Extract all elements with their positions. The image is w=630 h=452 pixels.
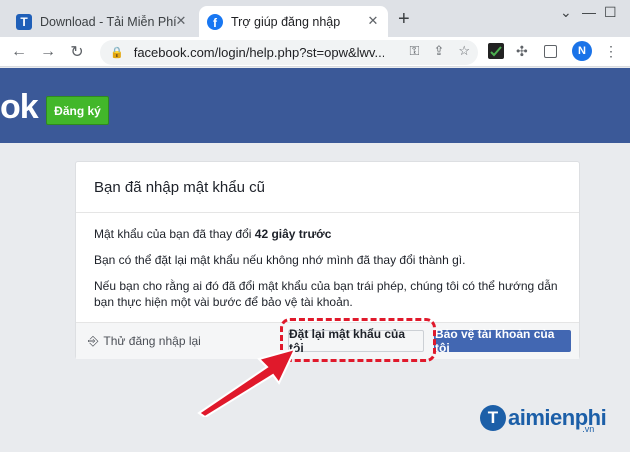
more-menu-icon[interactable]: ⋮ xyxy=(604,43,620,59)
key-icon[interactable]: ⚿ xyxy=(410,43,420,59)
star-icon[interactable]: ☆ xyxy=(458,43,470,59)
new-tab-icon[interactable]: + xyxy=(398,9,410,29)
signup-button[interactable]: Đăng ký xyxy=(46,96,109,125)
divider xyxy=(76,212,579,213)
line1-prefix: Mật khẩu của bạn đã thay đổi xyxy=(94,227,255,241)
facebook-header: ok Đăng ký xyxy=(0,68,630,143)
chevron-down-icon[interactable]: ⌄ xyxy=(560,4,572,21)
taimienphi-watermark: T aimienphi .vn xyxy=(480,405,607,434)
time-ago: 42 giây trước xyxy=(254,227,332,241)
lock-icon: 🔒 xyxy=(110,47,124,59)
reload-icon[interactable]: ↻ xyxy=(66,41,88,63)
url-text: facebook.com/login/help.php?st=opw&lwv..… xyxy=(133,45,384,60)
retry-login-link[interactable]: ⎆ Thử đăng nhập lại xyxy=(88,333,201,349)
profile-avatar[interactable]: N xyxy=(572,41,592,61)
secure-account-button[interactable]: Bảo vệ tài khoản của tôi xyxy=(434,327,571,355)
address-bar[interactable]: 🔒 facebook.com/login/help.php?st=opw&lwv… xyxy=(100,40,478,65)
reset-hint-text: Bạn có thể đặt lại mật khẩu nếu không nh… xyxy=(94,253,466,267)
puzzle-icon[interactable]: ✣ xyxy=(516,43,532,59)
tab-title: Trợ giúp đăng nhập xyxy=(231,14,341,29)
login-door-icon: ⎆ xyxy=(88,333,99,348)
forward-arrow-icon[interactable]: → xyxy=(37,41,59,63)
tab-login-help[interactable]: f Trợ giúp đăng nhập ✕ xyxy=(199,6,388,37)
retry-label: Thử đăng nhập lại xyxy=(103,334,201,348)
maximize-icon[interactable]: ☐ xyxy=(604,4,617,21)
tab-download[interactable]: T Download - Tải Miễn Phí VI ✕ xyxy=(8,6,196,37)
close-tab-icon[interactable]: ✕ xyxy=(174,14,188,28)
extension-icon[interactable] xyxy=(488,43,504,59)
share-icon[interactable]: ⇪ xyxy=(433,43,444,59)
pointer-arrow-icon xyxy=(197,347,297,417)
back-arrow-icon[interactable]: ← xyxy=(8,41,30,63)
watermark-logo-icon: T xyxy=(480,405,506,431)
minimize-icon[interactable]: — xyxy=(582,4,596,20)
security-hint-text: Nếu bạn cho rằng ai đó đã đổi mật khẩu c… xyxy=(94,279,558,309)
side-panel-icon[interactable] xyxy=(544,45,557,58)
card-title: Bạn đã nhập mật khẩu cũ xyxy=(94,179,265,196)
tab-title: Download - Tải Miễn Phí VI xyxy=(40,14,180,29)
close-tab-icon[interactable]: ✕ xyxy=(366,14,380,28)
facebook-logo[interactable]: ok xyxy=(0,88,39,127)
browser-toolbar: ← → ↻ 🔒 facebook.com/login/help.php?st=o… xyxy=(0,37,630,67)
facebook-favicon-icon: f xyxy=(207,13,223,30)
watermark-suffix: .vn xyxy=(582,424,595,434)
tab-strip: T Download - Tải Miễn Phí VI ✕ f Trợ giú… xyxy=(0,0,630,37)
taimienphi-favicon-icon: T xyxy=(16,13,32,30)
password-changed-text: Mật khẩu của bạn đã thay đổi 42 giây trư… xyxy=(94,226,331,242)
